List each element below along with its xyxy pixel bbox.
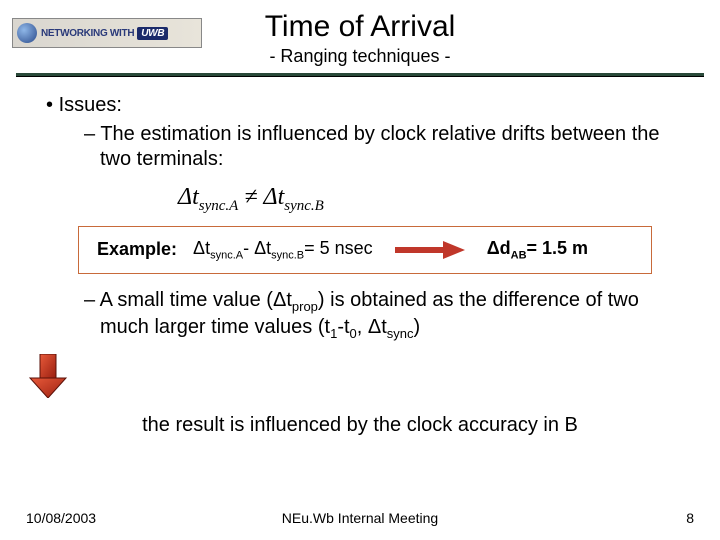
b2-mid2: -t	[337, 316, 349, 338]
networking-uwb-logo: NETWORKING WITH UWB	[12, 18, 202, 48]
footer-meeting: NEu.Wb Internal Meeting	[0, 510, 720, 526]
conclusion-text: the result is influenced by the clock ac…	[68, 413, 652, 438]
arrow-down-icon	[28, 354, 68, 398]
example-lhs: Δtsync.A- Δtsync.B= 5 nsec	[193, 237, 373, 263]
slide-header: NETWORKING WITH UWB Time of Arrival - Ra…	[0, 0, 720, 77]
b2-end: )	[414, 316, 421, 338]
b2-mid3: , Δt	[357, 316, 387, 338]
bullet-small-time: A small time value (Δtprop) is obtained …	[84, 288, 692, 343]
globe-icon	[17, 23, 37, 43]
b2-sub4: sync	[387, 326, 414, 341]
b2-pre: A small time value (Δt	[100, 289, 292, 311]
b2-sub1: prop	[292, 299, 318, 314]
logo-text-a: NETWORKING WITH	[41, 28, 134, 39]
slide-subtitle: - Ranging techniques -	[0, 46, 720, 67]
logo-text-b: UWB	[137, 27, 168, 40]
formula-sub-a: sync.A	[199, 198, 239, 214]
ex-req: = 1.5 m	[527, 238, 589, 258]
formula-neq: ≠	[244, 184, 257, 210]
formula-dt2: Δt	[264, 184, 285, 210]
ex-rsub: AB	[511, 249, 527, 261]
ex-dt1: Δt	[193, 238, 210, 258]
arrow-right-icon	[395, 241, 465, 259]
ex-eq: = 5 nsec	[304, 238, 373, 258]
formula-sub-b: sync.B	[284, 198, 324, 214]
slide-content: Issues: The estimation is influenced by …	[0, 77, 720, 438]
slide-footer: 10/08/2003 NEu.Wb Internal Meeting 8	[0, 510, 720, 526]
ex-sub2: sync.B	[271, 249, 304, 261]
ex-sub1: sync.A	[210, 249, 243, 261]
formula-sync-inequality: Δtsync.A ≠ Δtsync.B	[178, 182, 692, 216]
bullet-drift: The estimation is influenced by clock re…	[84, 122, 692, 172]
ex-minus: - Δt	[243, 238, 271, 258]
b2-sub3: 0	[350, 326, 357, 341]
example-rhs: ΔdAB= 1.5 m	[487, 237, 588, 263]
ex-rd: Δd	[487, 238, 511, 258]
formula-dt1: Δt	[178, 184, 199, 210]
example-box: Example: Δtsync.A- Δtsync.B= 5 nsec ΔdAB…	[78, 226, 652, 274]
example-label: Example:	[97, 238, 177, 261]
bullet-issues: Issues:	[46, 93, 692, 118]
